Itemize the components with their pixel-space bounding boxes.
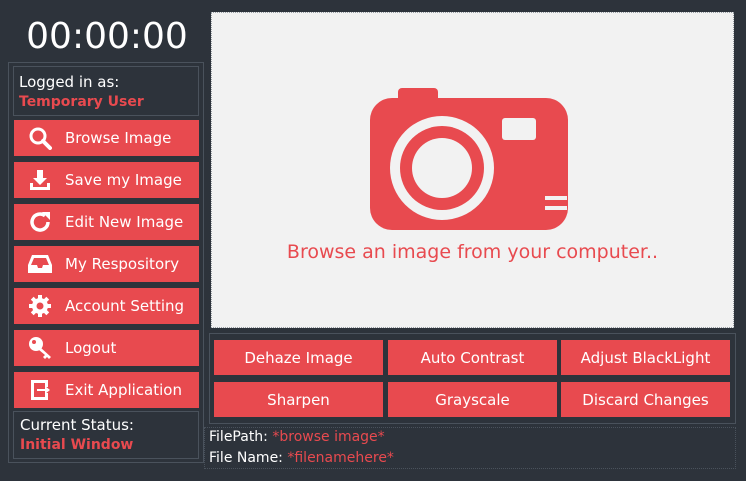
file-path-value: *browse image* [272,429,385,445]
file-path-row: FilePath: *browse image* [209,427,385,447]
login-info: Logged in as: Temporary User [13,66,199,116]
account-setting-label: Account Setting [65,297,185,315]
grayscale-button[interactable]: Grayscale [388,382,557,417]
login-label: Logged in as: [19,73,120,91]
adjust-blacklight-button[interactable]: Adjust BlackLight [561,340,730,375]
inbox-icon [27,251,53,277]
refresh-icon [27,209,53,235]
key-icon [27,335,53,361]
file-name-label: File Name: [209,450,283,466]
exit-icon [27,377,53,403]
sharpen-button[interactable]: Sharpen [214,382,383,417]
my-repository-button[interactable]: My Respository [14,246,199,282]
logout-label: Logout [65,339,117,357]
save-image-button[interactable]: Save my Image [14,162,199,198]
status-label: Current Status: [20,416,134,434]
browse-image-label: Browse Image [65,129,172,147]
account-setting-button[interactable]: Account Setting [14,288,199,324]
auto-contrast-button[interactable]: Auto Contrast [388,340,557,375]
file-name-value: *filenamehere* [287,450,394,466]
file-path-label: FilePath: [209,429,268,445]
image-canvas[interactable]: Browse an image from your computer.. [211,12,734,328]
current-status: Current Status: Initial Window [13,411,199,459]
edit-new-image-label: Edit New Image [65,213,184,231]
file-name-row: File Name: *filenamehere* [209,448,394,468]
edit-new-image-button[interactable]: Edit New Image [14,204,199,240]
gear-icon [27,293,53,319]
status-value: Initial Window [20,437,134,453]
my-repository-label: My Respository [65,255,180,273]
download-icon [27,167,53,193]
save-image-label: Save my Image [65,171,182,189]
logout-button[interactable]: Logout [14,330,199,366]
exit-application-button[interactable]: Exit Application [14,372,199,408]
exit-application-label: Exit Application [65,381,182,399]
login-user: Temporary User [19,94,144,110]
clock-display: 00:00:00 [26,16,188,57]
browse-image-button[interactable]: Browse Image [14,120,199,156]
browse-prompt: Browse an image from your computer.. [286,241,659,263]
camera-icon [370,88,568,230]
discard-changes-button[interactable]: Discard Changes [561,382,730,417]
search-icon [27,125,53,151]
dehaze-image-button[interactable]: Dehaze Image [214,340,383,375]
